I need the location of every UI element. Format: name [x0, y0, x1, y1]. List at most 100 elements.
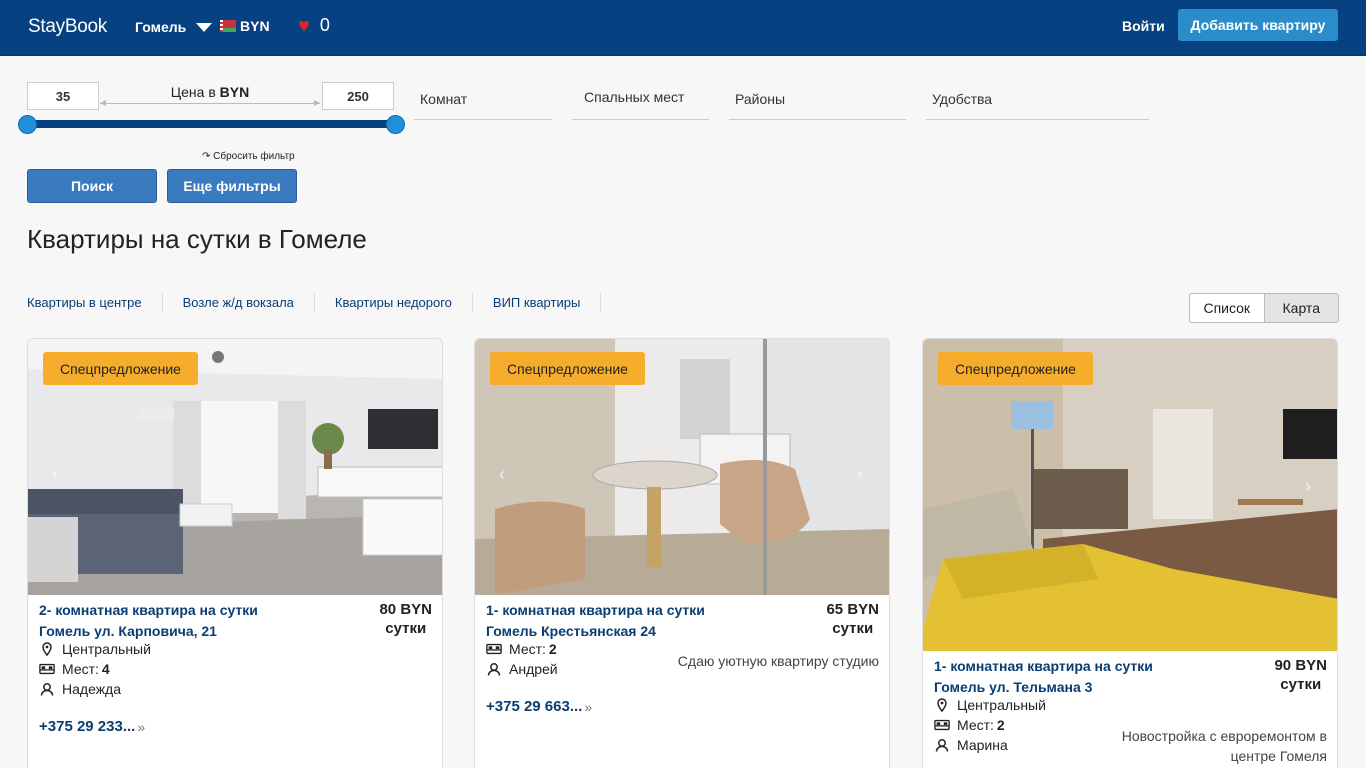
price-unit: сутки	[385, 620, 427, 637]
listing-address: Гомель ул. Тельмана 3	[934, 679, 1093, 695]
reset-filter-link[interactable]: ↷ Сбросить фильтр	[202, 151, 295, 162]
list-view-button[interactable]: Список	[1190, 294, 1264, 322]
bed-icon	[934, 719, 950, 731]
places-count: 2	[548, 641, 557, 657]
places-label: Мест:	[62, 661, 99, 677]
listing-photo[interactable]: Спецпредложение ‹	[28, 339, 442, 595]
price-slider-track[interactable]	[27, 120, 395, 128]
listing-title-line1: 1- комнатная квартира на сутки	[486, 602, 705, 618]
special-offer-badge: Спецпредложение	[490, 352, 645, 385]
phone-link[interactable]: +375 29 663... »	[486, 698, 592, 715]
quick-link-station[interactable]: Возле ж/д вокзала	[183, 293, 315, 313]
listing-title[interactable]: 2- комнатная квартира на сутки Гомель ул…	[39, 600, 258, 642]
listing-description: Новостройка с евроремонтом в центре Гоме…	[1122, 726, 1327, 766]
more-filters-button[interactable]: Еще фильтры	[167, 169, 297, 203]
listing-title[interactable]: 1- комнатная квартира на сутки Гомель ул…	[934, 656, 1153, 698]
places-label: Мест:	[509, 641, 546, 657]
listing-places: Мест: 4	[39, 661, 110, 677]
listing-card[interactable]: Спецпредложение ‹ 2- комнатная квартира …	[27, 338, 443, 768]
phone-link[interactable]: +375 29 233... »	[39, 718, 145, 735]
chevron-left-icon[interactable]: ‹	[499, 465, 513, 483]
user-icon	[39, 682, 55, 696]
price-unit: сутки	[832, 620, 874, 637]
currency-label: BYN	[240, 18, 270, 34]
places-label: Мест:	[957, 717, 994, 733]
listing-host: Марина	[934, 737, 1008, 753]
price-label: Цена в BYN	[100, 84, 320, 100]
city-selector[interactable]: Гомель	[135, 19, 213, 35]
listing-title[interactable]: 1- комнатная квартира на сутки Гомель Кр…	[486, 600, 705, 642]
page-title: Квартиры на сутки в Гомеле	[27, 224, 367, 254]
price-slider-min-handle[interactable]	[18, 115, 37, 134]
bed-icon	[39, 663, 55, 675]
double-chevron-right-icon: »	[584, 698, 593, 715]
belarus-flag-icon	[220, 20, 236, 32]
chevron-down-icon	[196, 22, 213, 32]
chevron-right-icon[interactable]: ›	[1305, 477, 1319, 495]
rooms-select[interactable]: Комнат	[414, 82, 552, 120]
add-apartment-button[interactable]: Добавить квартиру	[1178, 9, 1338, 41]
listing-card[interactable]: Спецпредложение ‹ › 1- комнатная квартир…	[474, 338, 890, 768]
price-max-input[interactable]: 250	[322, 82, 394, 110]
user-icon	[934, 738, 950, 752]
favorites-count: 0	[319, 15, 330, 35]
price-value: 90 BYN	[1274, 657, 1327, 674]
districts-select[interactable]: Районы	[729, 82, 906, 120]
search-button[interactable]: Поиск	[27, 169, 157, 203]
host-name: Марина	[957, 737, 1008, 753]
listing-host: Надежда	[39, 681, 121, 697]
quick-link-cheap[interactable]: Квартиры недорого	[335, 293, 473, 313]
bed-icon	[486, 643, 502, 655]
host-name: Надежда	[62, 681, 122, 697]
phone-number: +375 29 663...	[486, 698, 583, 715]
listing-address: Гомель Крестьянская 24	[486, 623, 656, 639]
heart-icon: ♥	[298, 14, 310, 37]
special-offer-badge: Спецпредложение	[938, 352, 1093, 385]
places-count: 2	[996, 717, 1005, 733]
price-value: 80 BYN	[379, 601, 432, 618]
special-offer-badge: Спецпредложение	[43, 352, 198, 385]
favorites-link[interactable]: ♥ 0	[298, 15, 330, 36]
location-pin-icon	[39, 642, 55, 656]
price-min-input[interactable]: 35	[27, 82, 99, 110]
host-name: Андрей	[509, 661, 558, 677]
login-link[interactable]: Войти	[1122, 18, 1165, 34]
listing-address: Гомель ул. Карповича, 21	[39, 623, 217, 639]
description-line2: центре Гомеля	[1230, 748, 1327, 764]
chevron-right-icon[interactable]: ›	[857, 465, 871, 483]
quick-link-vip[interactable]: ВИП квартиры	[493, 293, 602, 313]
listing-title-line1: 1- комнатная квартира на сутки	[934, 658, 1153, 674]
sleeping-places-select[interactable]: Спальных мест	[572, 82, 709, 120]
amenities-select[interactable]: Удобства	[926, 82, 1149, 120]
phone-number: +375 29 233...	[39, 718, 136, 735]
city-label: Гомель	[135, 19, 187, 35]
listing-places: Мест: 2	[934, 717, 1005, 733]
currency-selector[interactable]: BYN	[220, 18, 270, 34]
quick-link-center[interactable]: Квартиры в центре	[27, 293, 163, 313]
quick-links-bar: Квартиры в центре Возле ж/д вокзала Квар…	[27, 293, 621, 313]
view-toggle: Список Карта	[1189, 293, 1339, 323]
listing-district: Центральный	[39, 641, 151, 657]
price-label-prefix: Цена в	[170, 84, 216, 100]
listing-host: Андрей	[486, 661, 558, 677]
price-slider-max-handle[interactable]	[386, 115, 405, 134]
chevron-left-icon[interactable]: ‹	[52, 465, 66, 483]
listing-photo[interactable]: Спецпредложение ›	[923, 339, 1337, 651]
listing-photo[interactable]: Спецпредложение ‹ ›	[475, 339, 889, 595]
double-chevron-right-icon: »	[137, 718, 146, 735]
double-arrow-icon	[100, 100, 320, 106]
user-icon	[486, 662, 502, 676]
price-unit: сутки	[1280, 676, 1322, 693]
district-label: Центральный	[62, 641, 151, 657]
description-line1: Новостройка с евроремонтом в	[1121, 728, 1327, 744]
listing-district: Центральный	[934, 697, 1046, 713]
bedroom-photo	[923, 339, 1337, 651]
listing-card[interactable]: Спецпредложение › 1- комнатная квартира …	[922, 338, 1338, 768]
places-count: 4	[101, 661, 110, 677]
location-pin-icon	[934, 698, 950, 712]
logo[interactable]: StayBook	[28, 16, 107, 38]
top-navbar: StayBook Гомель BYN ♥ 0 Войти Добавить к…	[0, 0, 1366, 56]
map-view-button[interactable]: Карта	[1263, 294, 1338, 322]
listing-price: 90 BYN сутки	[1274, 656, 1327, 694]
reset-filter-label: Сбросить фильтр	[213, 151, 295, 162]
